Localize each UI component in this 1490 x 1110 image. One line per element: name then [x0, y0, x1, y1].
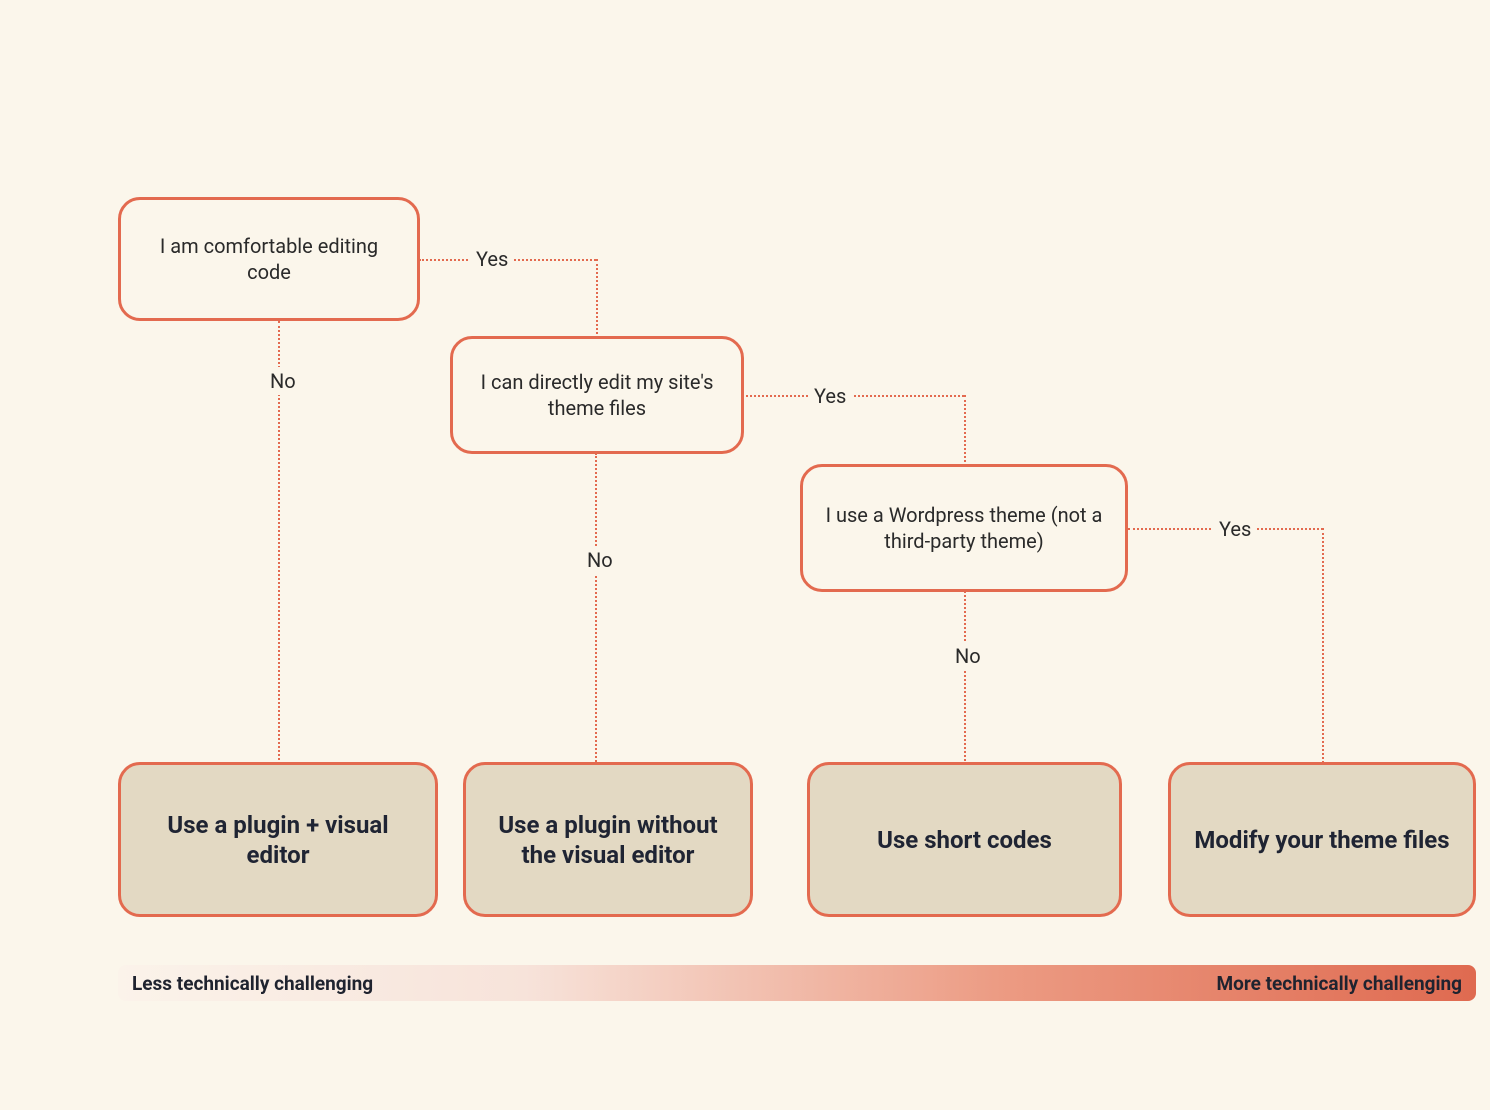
decision-node-q3: I use a Wordpress theme (not a third-par…	[800, 464, 1128, 592]
edge-label-yes: Yes	[1213, 515, 1257, 543]
connector	[595, 453, 597, 765]
connector	[742, 395, 964, 397]
edge-label-no: No	[949, 642, 987, 670]
connector	[1322, 528, 1324, 763]
outcome-text: Use short codes	[877, 825, 1052, 855]
flowchart-canvas: I am comfortable editing code I can dire…	[0, 0, 1490, 1110]
decision-text: I can directly edit my site's theme file…	[471, 369, 723, 421]
edge-label-no: No	[264, 367, 302, 395]
outcome-plugin-visual-editor: Use a plugin + visual editor	[118, 762, 438, 917]
outcome-text: Use a plugin without the visual editor	[486, 810, 730, 870]
difficulty-scale: Less technically challenging More techni…	[118, 965, 1476, 1001]
decision-node-q1: I am comfortable editing code	[118, 197, 420, 321]
edge-label-no: No	[581, 546, 619, 574]
scale-right-label: More technically challenging	[1216, 972, 1462, 995]
decision-node-q2: I can directly edit my site's theme file…	[450, 336, 744, 454]
outcome-short-codes: Use short codes	[807, 762, 1122, 917]
connector	[964, 591, 966, 765]
decision-text: I am comfortable editing code	[139, 233, 399, 285]
connector	[964, 395, 966, 466]
connector	[596, 259, 598, 338]
scale-left-label: Less technically challenging	[132, 972, 373, 995]
outcome-plugin-no-visual-editor: Use a plugin without the visual editor	[463, 762, 753, 917]
edge-label-yes: Yes	[808, 382, 852, 410]
edge-label-yes: Yes	[470, 245, 514, 273]
outcome-modify-theme-files: Modify your theme files	[1168, 762, 1476, 917]
outcome-text: Use a plugin + visual editor	[141, 810, 415, 870]
decision-text: I use a Wordpress theme (not a third-par…	[821, 502, 1107, 554]
outcome-text: Modify your theme files	[1194, 825, 1449, 855]
